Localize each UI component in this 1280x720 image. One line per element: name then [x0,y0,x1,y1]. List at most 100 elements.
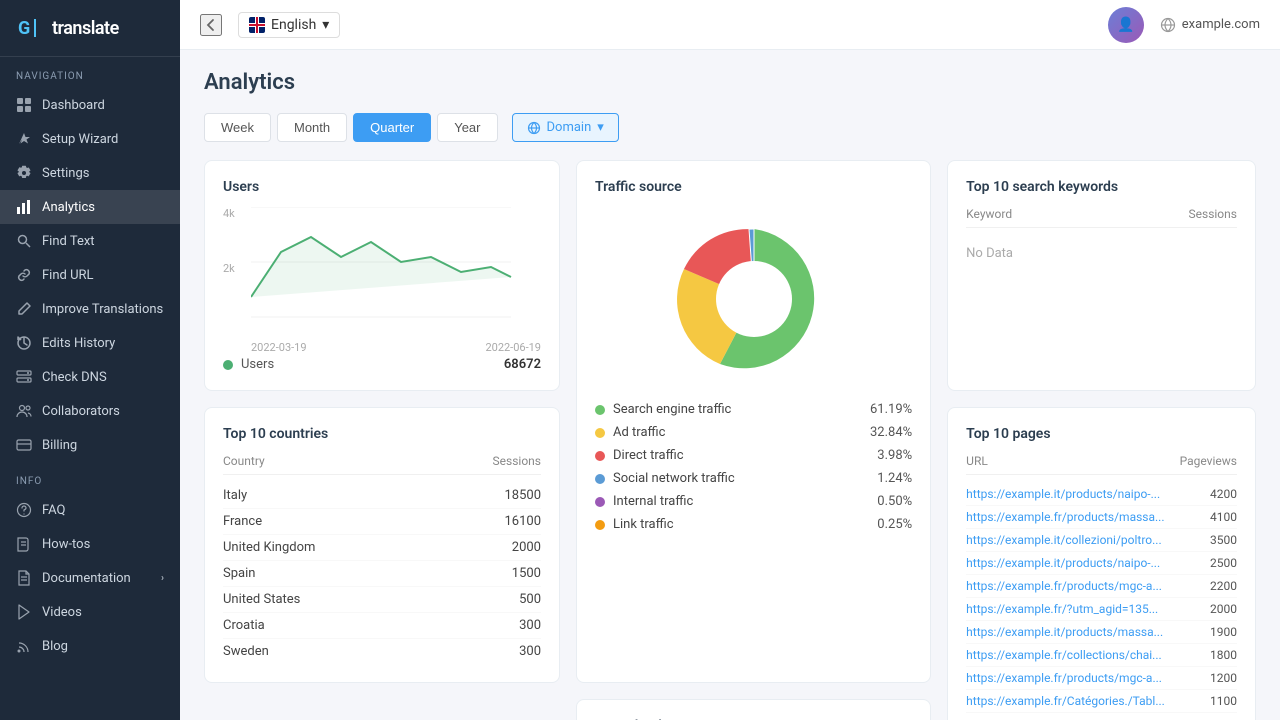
sidebar-item-how-tos[interactable]: How-tos [0,527,180,561]
sidebar-item-settings[interactable]: Settings [0,156,180,190]
sidebar-item-label: Videos [42,605,82,620]
internal-traffic-label: Internal traffic [613,494,693,509]
page-url-link[interactable]: https://example.fr/products/massa... [966,510,1166,524]
logo-label: translate [52,18,119,39]
sidebar-item-find-text[interactable]: Find Text [0,224,180,258]
chart-x-start: 2022-03-19 [251,341,307,354]
page-url-link[interactable]: https://example.fr/collections/chai... [966,648,1166,662]
internal-traffic-dot [595,497,605,507]
legend-item-social: Social network traffic 1.24% [595,471,912,486]
sidebar-item-label: Billing [42,438,77,453]
legend-item-direct: Direct traffic 3.98% [595,448,912,463]
chart-y-mid: 2k [223,262,235,275]
link-icon [16,267,32,283]
sidebar-item-billing[interactable]: Billing [0,428,180,462]
users-stat-value: 68672 [504,357,541,372]
sidebar-item-setup-wizard[interactable]: Setup Wizard [0,122,180,156]
country-sessions: 18500 [504,488,541,503]
page-url-link[interactable]: https://example.fr/?utm_agid=135... [966,602,1166,616]
sidebar-item-check-dns[interactable]: Check DNS [0,360,180,394]
legend-item-ad: Ad traffic 32.84% [595,425,912,440]
legend-item-internal: Internal traffic 0.50% [595,494,912,509]
table-row: Sweden 300 [223,639,541,664]
page-url-link[interactable]: https://example.it/collezioni/poltro... [966,533,1166,547]
sidebar-item-find-url[interactable]: Find URL [0,258,180,292]
sidebar-item-label: Documentation [42,571,131,586]
page-title: Analytics [204,70,1256,95]
keywords-table-header: Keyword Sessions [966,207,1237,228]
doc-icon [16,570,32,586]
sidebar-item-videos[interactable]: Videos [0,595,180,629]
sidebar-item-analytics[interactable]: Analytics [0,190,180,224]
country-name: France [223,514,262,529]
main-area: English ▾ 👤 example.com Analytics Week M… [180,0,1280,720]
back-button[interactable] [200,14,222,36]
users-stat: Users 68672 [223,357,541,372]
rss-icon [16,638,32,654]
keyword-col-header: Keyword [966,207,1012,221]
url-col-header: URL [966,454,988,468]
page-url-link[interactable]: https://example.fr/products/mgc-a... [966,671,1166,685]
sidebar-item-blog[interactable]: Blog [0,629,180,663]
page-views: 2200 [1210,579,1237,593]
sidebar-item-edits-history[interactable]: Edits History [0,326,180,360]
week-button[interactable]: Week [204,113,271,142]
country-name: Spain [223,566,255,581]
sidebar: G translate NAVIGATION Dashboard Setup W… [0,0,180,720]
country-name: United Kingdom [223,540,315,555]
sidebar-item-faq[interactable]: FAQ [0,493,180,527]
quarter-button[interactable]: Quarter [353,113,431,142]
svg-text:G: G [18,18,30,39]
country-name: Croatia [223,618,265,633]
language-selector[interactable]: English ▾ [238,12,340,38]
sessions-col-header: Sessions [1189,207,1237,221]
month-button[interactable]: Month [277,113,347,142]
top-pages-card: Top 10 pages URL Pageviews https://examp… [947,407,1256,720]
sidebar-item-label: Analytics [42,200,95,215]
info-section-label: INFO [0,462,180,493]
country-sessions: 2000 [512,540,541,555]
page-url-link[interactable]: https://example.fr/Catégories./Tabl... [966,694,1166,708]
sidebar-item-label: Settings [42,166,89,181]
sidebar-item-dashboard[interactable]: Dashboard [0,88,180,122]
users-chart-area: 4k 2k 2022-03-19 2022-06-19 [223,207,541,347]
domain-label: example.com [1182,17,1260,32]
traffic-card-title: Traffic source [595,179,912,195]
chevron-right-icon: › [161,573,164,584]
sidebar-item-improve-translations[interactable]: Improve Translations [0,292,180,326]
page-views: 4200 [1210,487,1237,501]
sidebar-item-label: Find URL [42,268,94,283]
sidebar-item-collaborators[interactable]: Collaborators [0,394,180,428]
book-icon [16,536,32,552]
avatar: 👤 [1108,7,1144,43]
magic-icon [16,131,32,147]
link-traffic-dot [595,520,605,530]
page-views: 1100 [1210,694,1237,708]
credit-card-icon [16,437,32,453]
sidebar-item-label: Improve Translations [42,302,163,317]
flag-icon [249,17,265,33]
year-button[interactable]: Year [437,113,497,142]
sidebar-item-documentation[interactable]: Documentation › [0,561,180,595]
table-row: Spain 1500 [223,561,541,587]
country-sessions: 300 [519,618,541,633]
ad-traffic-dot [595,428,605,438]
page-row: https://example.fr/products/massa... 410… [966,506,1237,529]
keywords-card: Top 10 search keywords Keyword Sessions … [947,160,1256,391]
link-traffic-label: Link traffic [613,517,674,532]
keywords-no-data: No Data [966,236,1237,271]
direct-traffic-pct: 3.98% [877,448,912,463]
page-url-link[interactable]: https://example.it/products/massa... [966,625,1166,639]
page-url-link[interactable]: https://example.fr/products/mgc-a... [966,579,1166,593]
page-url-link[interactable]: https://example.it/products/naipo-... [966,487,1166,501]
search-icon [16,233,32,249]
time-filter-bar: Week Month Quarter Year Domain ▾ [204,113,1256,142]
table-row: United States 500 [223,587,541,613]
countries-table-header: Country Sessions [223,454,541,475]
play-icon [16,604,32,620]
page-row: https://example.fr/products/mgc-a... 120… [966,667,1237,690]
page-url-link[interactable]: https://example.it/products/naipo-... [966,556,1166,570]
domain-filter-button[interactable]: Domain ▾ [512,113,619,142]
page-views: 4100 [1210,510,1237,524]
sidebar-item-label: FAQ [42,503,65,518]
